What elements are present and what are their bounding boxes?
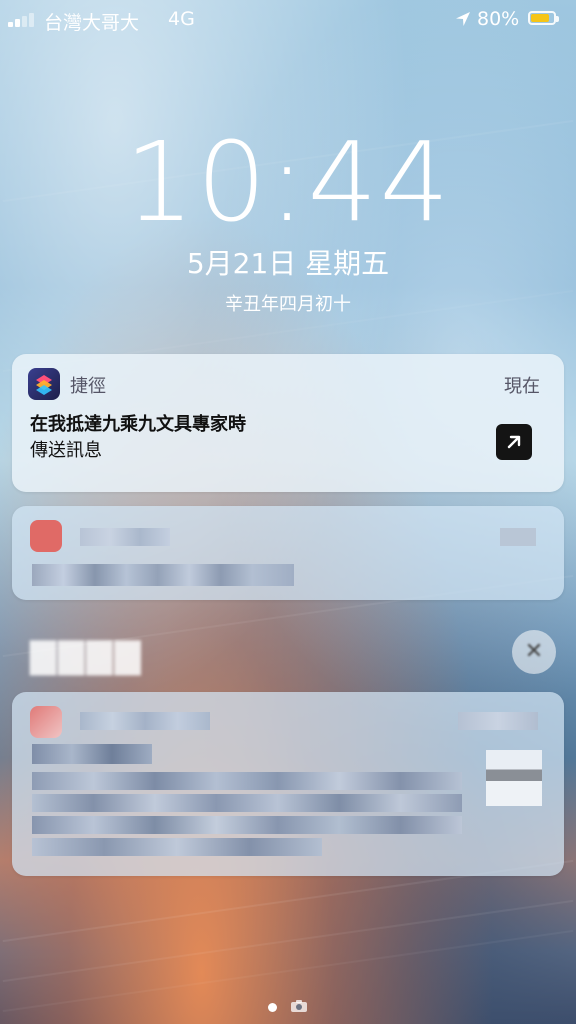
cellular-signal-icon: [8, 11, 36, 27]
status-bar: 台灣大哥大 4G 80%: [0, 0, 576, 38]
redacted-title: [32, 744, 152, 764]
location-arrow-icon: [456, 12, 470, 26]
battery-percentage: 80%: [477, 8, 520, 30]
redacted-body-line: [32, 816, 462, 834]
notification-redacted[interactable]: [12, 506, 564, 600]
page-indicator-dot: [268, 1003, 277, 1012]
notification-app-name: 捷徑: [70, 376, 106, 397]
redacted-app-name: [80, 712, 210, 730]
redacted-body-line: [32, 838, 322, 856]
notification-redacted[interactable]: [12, 692, 564, 876]
redacted-app-icon: [30, 520, 62, 552]
notification-time: 現在: [504, 376, 540, 397]
run-shortcut-button[interactable]: [496, 424, 532, 460]
notification-body: 傳送訊息: [30, 440, 102, 461]
battery-icon: [528, 11, 559, 25]
notification-title: 在我抵達九乘九文具專家時: [30, 414, 246, 435]
redacted-time: [500, 528, 536, 546]
lock-screen-date: 5月21日 星期五: [186, 247, 390, 280]
notification-center-header: ▇▇▇▇: [30, 636, 143, 676]
redacted-body-line: [32, 772, 462, 790]
shortcuts-icon: [28, 368, 60, 400]
close-icon: ✕: [524, 639, 544, 664]
redacted-body-line: [32, 794, 462, 812]
camera-icon[interactable]: [290, 999, 308, 1013]
clear-notifications-button[interactable]: ✕: [512, 630, 556, 674]
lock-screen-time: 10:44: [124, 118, 452, 246]
notification-shortcuts[interactable]: 捷徑 現在 在我抵達九乘九文具專家時 傳送訊息: [12, 354, 564, 492]
network-type: 4G: [168, 8, 195, 30]
redacted-app-name: [80, 528, 170, 546]
arrow-up-right-icon: [507, 435, 521, 449]
wallpaper-ripple: [2, 929, 574, 1013]
redacted-time: [458, 712, 538, 730]
redacted-thumbnail: [486, 750, 542, 806]
redacted-app-icon: [30, 706, 62, 738]
lunar-date: 辛丑年四月初十: [225, 294, 351, 315]
carrier-name: 台灣大哥大: [44, 12, 140, 34]
redacted-message: [32, 564, 294, 586]
